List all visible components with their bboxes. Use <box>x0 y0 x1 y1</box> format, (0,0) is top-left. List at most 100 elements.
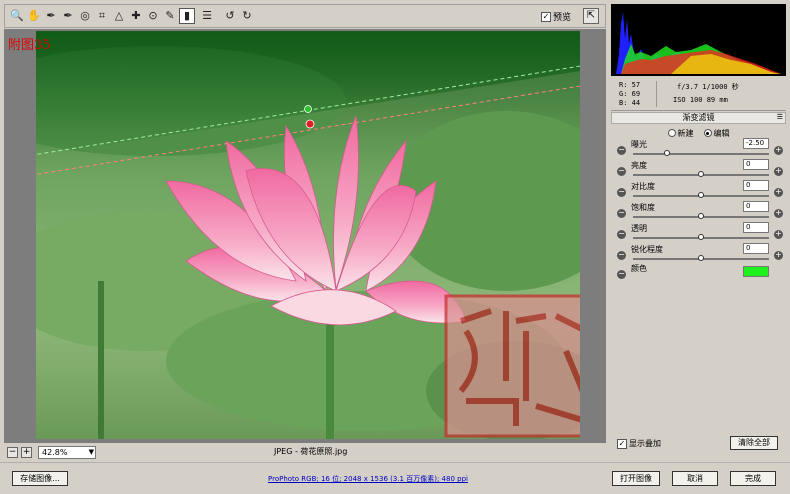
hand-icon[interactable]: ✋ <box>26 8 42 24</box>
zoom-in-button[interactable]: + <box>21 446 32 458</box>
readout-b: B: 44 <box>619 99 641 107</box>
slider-label: 亮度 <box>631 161 647 170</box>
radio-edit-icon <box>703 129 712 137</box>
rotate-left-icon[interactable]: ↺ <box>222 8 238 24</box>
slider-track[interactable] <box>633 255 769 261</box>
slider-minus-icon[interactable]: − <box>617 167 626 176</box>
workflow-options-link[interactable]: ProPhoto RGB; 16 位; 2048 x 1536 (3.1 百万像… <box>268 474 468 484</box>
spot-removal-icon[interactable]: ✚ <box>128 8 144 24</box>
crop-icon[interactable]: ⌗ <box>94 8 110 24</box>
slider-label: 锐化程度 <box>631 245 663 254</box>
panel-menu-icon[interactable]: ☰ <box>777 112 783 122</box>
slider-value-input[interactable]: 0 <box>743 222 769 233</box>
slider-plus-icon[interactable]: + <box>774 167 783 176</box>
mode-edit-radio[interactable]: 编辑 <box>703 128 730 139</box>
image-canvas[interactable]: 附图35 <box>4 29 606 443</box>
slider-thumb[interactable] <box>698 234 704 240</box>
color-minus-icon[interactable]: − <box>617 270 626 279</box>
mode-new-radio[interactable]: 新建 <box>667 128 694 139</box>
graduated-filter-icon[interactable]: ▮ <box>179 8 195 24</box>
panel-title: 渐变滤镜 ☰ <box>611 112 786 124</box>
slider-minus-icon[interactable]: − <box>617 146 626 155</box>
done-button[interactable]: 完成 <box>730 471 776 486</box>
readout-r: R: 57 <box>619 81 641 89</box>
color-sampler-icon[interactable]: ✒ <box>60 8 76 24</box>
slider-plus-icon[interactable]: + <box>774 188 783 197</box>
slider-track[interactable] <box>633 150 769 156</box>
slider-row: − 饱和度 0 + <box>615 201 783 223</box>
slider-thumb[interactable] <box>698 171 704 177</box>
mode-new-label: 新建 <box>677 128 694 138</box>
show-overlay-label: 显示叠加 <box>629 439 661 448</box>
slider-value-input[interactable]: 0 <box>743 243 769 254</box>
slider-minus-icon[interactable]: − <box>617 230 626 239</box>
color-row: − 颜色 <box>615 262 783 284</box>
target-adjust-icon[interactable]: ◎ <box>77 8 93 24</box>
slider-value-input[interactable]: 0 <box>743 201 769 212</box>
slider-row: − 透明 0 + <box>615 222 783 244</box>
slider-value-input[interactable]: 0 <box>743 159 769 170</box>
slider-track[interactable] <box>633 192 769 198</box>
clear-all-button[interactable]: 清除全部 <box>730 436 778 450</box>
readout-divider <box>656 81 657 107</box>
slider-value-input[interactable]: 0 <box>743 180 769 191</box>
slider-thumb[interactable] <box>698 255 704 261</box>
lotus-photo[interactable] <box>36 31 580 439</box>
adjustment-brush-icon[interactable]: ✎ <box>162 8 178 24</box>
radio-new-icon <box>667 129 676 137</box>
slider-plus-icon[interactable]: + <box>774 230 783 239</box>
slider-label: 透明 <box>631 224 647 233</box>
color-swatch[interactable] <box>743 266 769 277</box>
slider-plus-icon[interactable]: + <box>774 146 783 155</box>
cancel-button[interactable]: 取消 <box>672 471 718 486</box>
zoom-level-value: 42.8% <box>42 447 68 457</box>
save-image-button[interactable]: 存储图像... <box>12 471 68 486</box>
slider-track[interactable] <box>633 234 769 240</box>
straighten-icon[interactable]: △ <box>111 8 127 24</box>
right-panel: 第43页 R: 57 G: 69 B: 44 f/3.7 1/1000 秒 IS… <box>611 4 786 458</box>
zoom-level-select[interactable]: 42.8% ▼ <box>38 445 96 459</box>
slider-label: 对比度 <box>631 182 655 191</box>
figure-label: 附图35 <box>8 38 51 53</box>
fullscreen-button[interactable]: ⇱ <box>583 8 599 24</box>
exif-iso-focal: ISO 100 89 mm <box>673 96 728 104</box>
show-overlay-checkbox[interactable]: ✓ <box>617 438 627 449</box>
slider-thumb[interactable] <box>698 192 704 198</box>
zoom-bar: − + 42.8% ▼ JPEG - 荷花原照.jpg <box>4 444 606 460</box>
file-name: JPEG - 荷花原照.jpg <box>274 447 348 456</box>
preferences-icon[interactable]: ☰ <box>199 8 215 24</box>
slider-minus-icon[interactable]: − <box>617 188 626 197</box>
red-eye-icon[interactable]: ⊙ <box>145 8 161 24</box>
slider-thumb[interactable] <box>664 150 670 156</box>
slider-row: − 亮度 0 + <box>615 159 783 181</box>
pixel-readout: R: 57 G: 69 B: 44 f/3.7 1/1000 秒 ISO 100… <box>611 77 786 111</box>
watermark-stamp <box>444 294 580 438</box>
panel-title-text: 渐变滤镜 <box>682 113 715 122</box>
white-balance-icon[interactable]: ✒ <box>43 8 59 24</box>
slider-minus-icon[interactable]: − <box>617 251 626 260</box>
readout-g: G: 69 <box>619 90 641 98</box>
show-overlay-toggle[interactable]: ✓ 显示叠加 <box>617 438 661 449</box>
preview-toggle[interactable]: ✓ 预览 <box>540 10 571 23</box>
mode-edit-label: 编辑 <box>713 128 730 138</box>
slider-row: − 对比度 0 + <box>615 180 783 202</box>
slider-plus-icon[interactable]: + <box>774 251 783 260</box>
toolbar: 🔍 ✋ ✒ ✒ ◎ ⌗ △ ✚ ⊙ ✎ ▮ ☰ ↺ ↻ ✓ 预览 ⇱ <box>4 4 606 28</box>
camera-raw-window: 🔍 ✋ ✒ ✒ ◎ ⌗ △ ✚ ⊙ ✎ ▮ ☰ ↺ ↻ ✓ 预览 ⇱ 附图35 … <box>0 0 790 494</box>
slider-label: 饱和度 <box>631 203 655 212</box>
open-image-button[interactable]: 打开图像 <box>612 471 660 486</box>
color-label: 颜色 <box>631 264 647 273</box>
bottom-bar: 存储图像... ProPhoto RGB; 16 位; 2048 x 1536 … <box>0 462 790 494</box>
zoom-out-button[interactable]: − <box>7 446 18 458</box>
slider-minus-icon[interactable]: − <box>617 209 626 218</box>
slider-track[interactable] <box>633 171 769 177</box>
rotate-right-icon[interactable]: ↻ <box>239 8 255 24</box>
zoom-icon[interactable]: 🔍 <box>9 8 25 24</box>
page-number: 第43页 <box>732 11 778 27</box>
preview-checkbox[interactable]: ✓ <box>540 11 551 22</box>
slider-thumb[interactable] <box>698 213 704 219</box>
slider-track[interactable] <box>633 213 769 219</box>
slider-value-input[interactable]: -2.50 <box>743 138 769 149</box>
preview-label: 预览 <box>552 13 571 23</box>
slider-plus-icon[interactable]: + <box>774 209 783 218</box>
